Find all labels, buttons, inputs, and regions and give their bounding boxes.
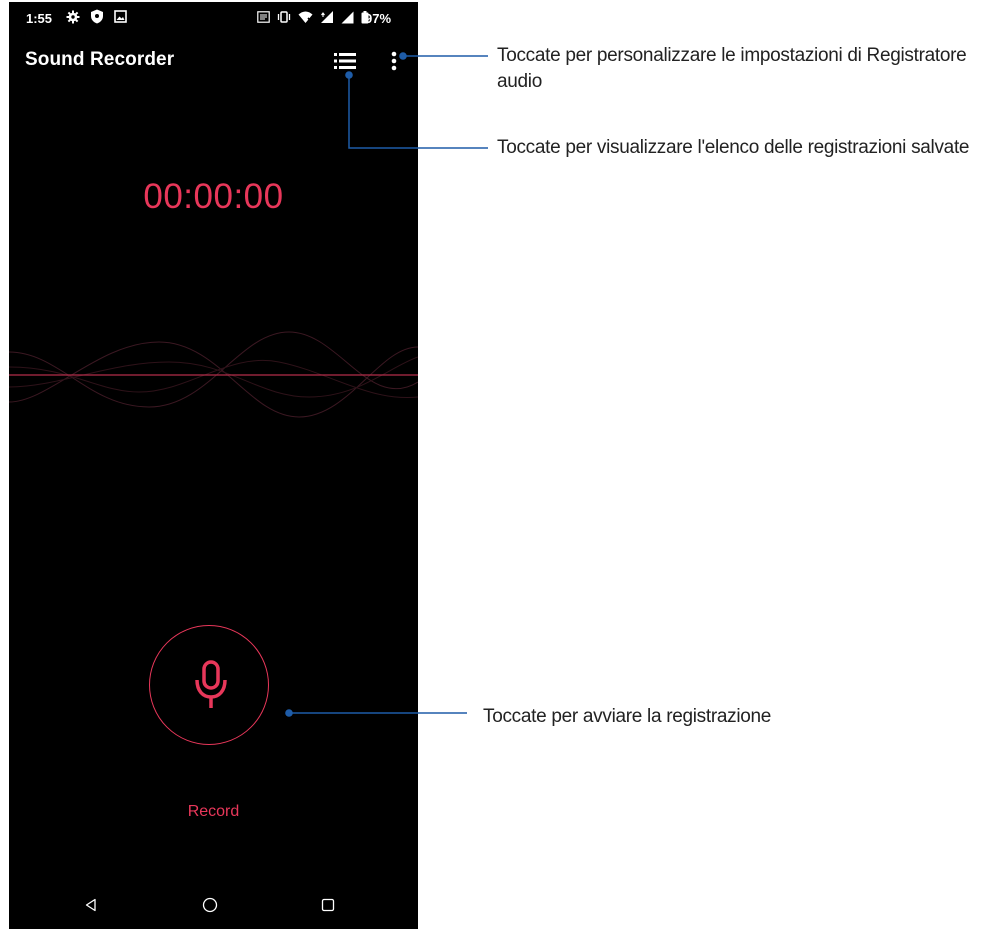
back-icon[interactable] bbox=[84, 898, 98, 912]
battery-level: 97% bbox=[365, 11, 392, 26]
home-icon[interactable] bbox=[202, 897, 218, 913]
more-vert-icon bbox=[391, 51, 397, 71]
shield-icon bbox=[91, 9, 103, 24]
image-icon bbox=[114, 10, 127, 23]
status-left-icons bbox=[66, 9, 127, 24]
list-icon bbox=[334, 53, 356, 69]
signal-icon bbox=[341, 11, 354, 23]
microphone-icon bbox=[195, 660, 227, 708]
status-time: 1:55 bbox=[26, 11, 53, 26]
callout-settings: Toccate per personalizzare le impostazio… bbox=[497, 45, 967, 92]
data-icon bbox=[321, 11, 333, 23]
wifi-icon bbox=[298, 11, 313, 23]
vibrate-icon bbox=[277, 11, 291, 23]
status-bar: 1:55 97% bbox=[9, 2, 418, 36]
recordings-list-button[interactable] bbox=[331, 49, 359, 73]
more-options-button[interactable] bbox=[383, 48, 405, 74]
callout-start-recording: Toccate per avviare la registrazione bbox=[483, 706, 772, 727]
phone-screen: 1:55 97% Sound Recorder 00:00:00 Record bbox=[9, 2, 418, 929]
recording-timer: 00:00:00 bbox=[143, 177, 284, 216]
waveform bbox=[9, 331, 418, 418]
status-right-icons bbox=[257, 10, 369, 24]
record-button[interactable] bbox=[149, 625, 269, 745]
nfc-icon bbox=[257, 11, 270, 23]
record-label: Record bbox=[187, 803, 240, 820]
app-title: Sound Recorder bbox=[25, 49, 175, 70]
recents-icon[interactable] bbox=[321, 898, 335, 912]
gear-icon bbox=[66, 10, 80, 23]
callout-recordings-list: Toccate per visualizzare l'elenco delle … bbox=[497, 137, 970, 158]
